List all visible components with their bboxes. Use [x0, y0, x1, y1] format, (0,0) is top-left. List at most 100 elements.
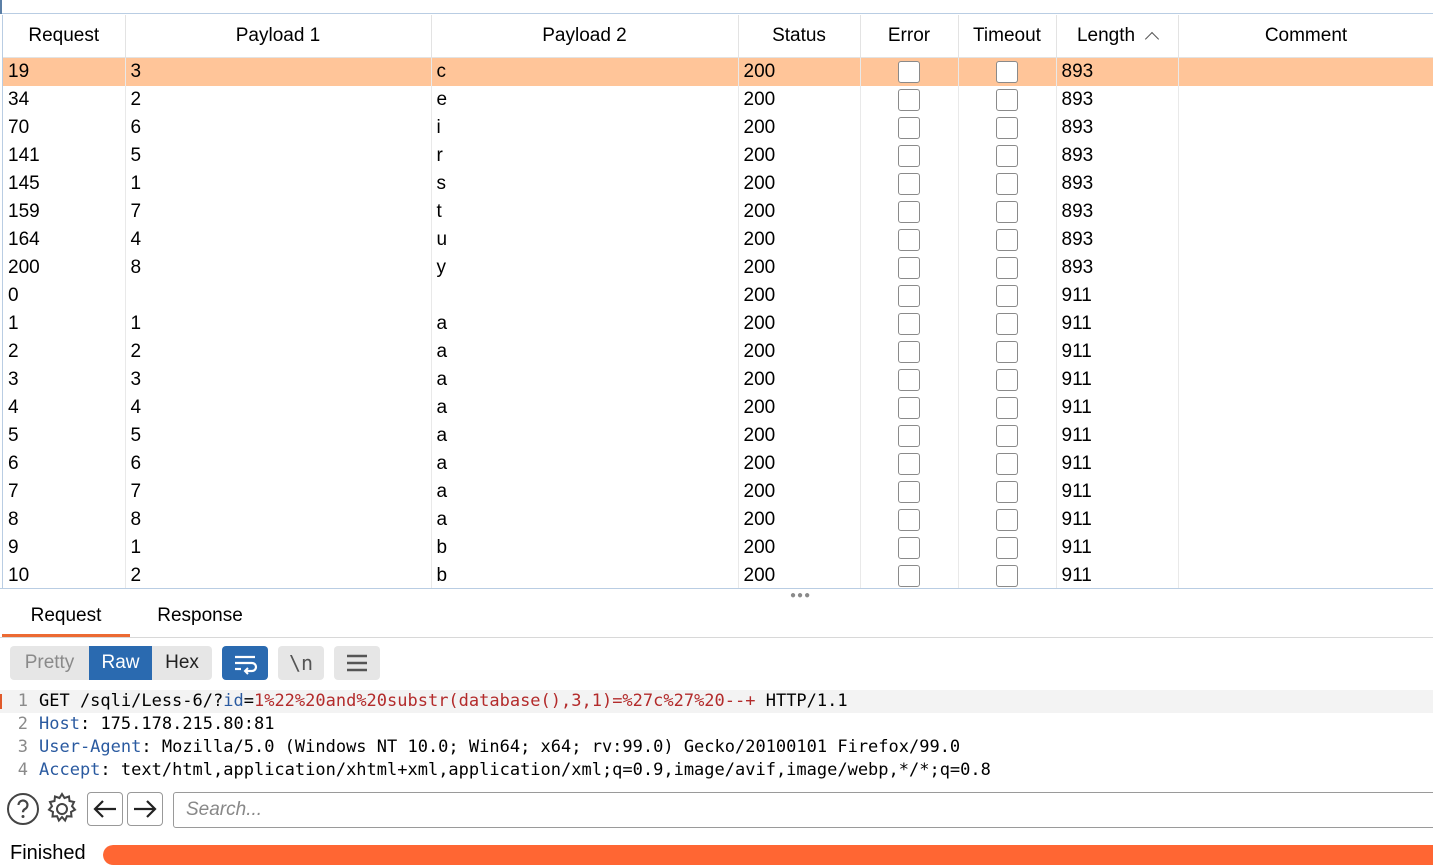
pretty-button[interactable]: Pretty: [10, 646, 89, 680]
settings-button[interactable]: [44, 792, 80, 826]
help-button[interactable]: [6, 792, 42, 826]
table-row[interactable]: 9 1 b 200 911: [3, 534, 1433, 562]
cell-comment: [1178, 534, 1433, 562]
error-checkbox[interactable]: [898, 481, 920, 503]
request-editor[interactable]: 1 GET /sqli/Less-6/?id=1%22%20and%20subst…: [0, 690, 1433, 788]
table-row[interactable]: 200 8 y 200 893: [3, 254, 1433, 282]
tab-request[interactable]: Request: [2, 598, 130, 637]
header-colon: :: [141, 737, 152, 757]
timeout-checkbox[interactable]: [996, 425, 1018, 447]
table-row[interactable]: 2 2 a 200 911: [3, 338, 1433, 366]
error-checkbox[interactable]: [898, 201, 920, 223]
line-number: 1: [17, 691, 28, 711]
table-row[interactable]: 4 4 a 200 911: [3, 394, 1433, 422]
timeout-checkbox[interactable]: [996, 257, 1018, 279]
col-header-status[interactable]: Status: [738, 15, 861, 58]
col-header-payload2[interactable]: Payload 2: [431, 15, 739, 58]
error-checkbox[interactable]: [898, 257, 920, 279]
show-newlines-button[interactable]: \n: [278, 646, 324, 680]
timeout-checkbox[interactable]: [996, 509, 1018, 531]
timeout-checkbox[interactable]: [996, 229, 1018, 251]
error-checkbox[interactable]: [898, 89, 920, 111]
editor-line-2[interactable]: 2 Host: 175.178.215.80:81: [0, 713, 1433, 736]
table-row[interactable]: 70 6 i 200 893: [3, 114, 1433, 142]
col-header-timeout[interactable]: Timeout: [958, 15, 1057, 58]
error-checkbox[interactable]: [898, 61, 920, 83]
cell-status: 200: [738, 562, 861, 589]
cell-comment: [1178, 57, 1433, 86]
timeout-checkbox[interactable]: [996, 481, 1018, 503]
word-wrap-button[interactable]: [222, 646, 268, 680]
error-checkbox[interactable]: [898, 285, 920, 307]
table-row[interactable]: 7 7 a 200 911: [3, 478, 1433, 506]
table-row[interactable]: 8 8 a 200 911: [3, 506, 1433, 534]
col-header-length[interactable]: Length: [1056, 15, 1179, 58]
table-row[interactable]: 141 5 r 200 893: [3, 142, 1433, 170]
table-row[interactable]: 34 2 e 200 893: [3, 86, 1433, 114]
col-header-error[interactable]: Error: [860, 15, 959, 58]
header-name: Host: [39, 714, 80, 734]
error-checkbox[interactable]: [898, 313, 920, 335]
error-checkbox[interactable]: [898, 565, 920, 587]
col-header-request[interactable]: Request: [3, 15, 126, 58]
options-menu-button[interactable]: [334, 646, 380, 680]
timeout-checkbox[interactable]: [996, 285, 1018, 307]
error-checkbox[interactable]: [898, 369, 920, 391]
editor-line-3[interactable]: 3 User-Agent: Mozilla/5.0 (Windows NT 10.…: [0, 736, 1433, 759]
error-checkbox[interactable]: [898, 341, 920, 363]
timeout-checkbox[interactable]: [996, 117, 1018, 139]
hex-button[interactable]: Hex: [152, 646, 212, 680]
timeout-checkbox[interactable]: [996, 369, 1018, 391]
error-checkbox[interactable]: [898, 509, 920, 531]
error-checkbox[interactable]: [898, 537, 920, 559]
timeout-checkbox[interactable]: [996, 89, 1018, 111]
previous-match-button[interactable]: [87, 792, 123, 826]
results-table: Request Payload 1 Payload 2 Status Error…: [3, 15, 1433, 589]
next-match-button[interactable]: [127, 792, 163, 826]
table-row[interactable]: 0 200 911: [3, 282, 1433, 310]
timeout-checkbox[interactable]: [996, 145, 1018, 167]
results-table-container[interactable]: Request Payload 1 Payload 2 Status Error…: [2, 15, 1433, 589]
table-row[interactable]: 5 5 a 200 911: [3, 422, 1433, 450]
table-row[interactable]: 3 3 a 200 911: [3, 366, 1433, 394]
table-row[interactable]: 145 1 s 200 893: [3, 170, 1433, 198]
timeout-checkbox[interactable]: [996, 341, 1018, 363]
table-row[interactable]: 6 6 a 200 911: [3, 450, 1433, 478]
cell-request: 145: [3, 170, 126, 198]
col-header-payload1[interactable]: Payload 1: [125, 15, 432, 58]
error-checkbox[interactable]: [898, 453, 920, 475]
error-checkbox[interactable]: [898, 397, 920, 419]
cell-payload2: s: [431, 170, 739, 198]
error-checkbox[interactable]: [898, 173, 920, 195]
timeout-checkbox[interactable]: [996, 537, 1018, 559]
tab-response[interactable]: Response: [140, 598, 260, 637]
search-input[interactable]: [173, 792, 1433, 828]
editor-line-4[interactable]: 4 Accept: text/html,application/xhtml+xml…: [0, 759, 1433, 782]
cell-comment: [1178, 170, 1433, 198]
split-divider[interactable]: [0, 588, 1433, 598]
table-row[interactable]: 164 4 u 200 893: [3, 226, 1433, 254]
cell-length: 893: [1056, 57, 1179, 86]
timeout-checkbox[interactable]: [996, 173, 1018, 195]
cell-payload2: u: [431, 226, 739, 254]
timeout-checkbox[interactable]: [996, 61, 1018, 83]
error-checkbox[interactable]: [898, 117, 920, 139]
table-row[interactable]: 19 3 c 200 893: [3, 57, 1433, 86]
timeout-checkbox[interactable]: [996, 453, 1018, 475]
error-checkbox[interactable]: [898, 229, 920, 251]
table-row[interactable]: 1 1 a 200 911: [3, 310, 1433, 338]
col-header-comment[interactable]: Comment: [1178, 15, 1433, 58]
timeout-checkbox[interactable]: [996, 201, 1018, 223]
cell-comment: [1178, 226, 1433, 254]
error-checkbox[interactable]: [898, 425, 920, 447]
error-checkbox[interactable]: [898, 145, 920, 167]
timeout-checkbox[interactable]: [996, 313, 1018, 335]
table-row[interactable]: 159 7 t 200 893: [3, 198, 1433, 226]
cell-payload1: 1: [125, 310, 432, 338]
cell-payload1: 2: [125, 86, 432, 114]
timeout-checkbox[interactable]: [996, 565, 1018, 587]
raw-button[interactable]: Raw: [89, 646, 152, 680]
timeout-checkbox[interactable]: [996, 397, 1018, 419]
editor-line-1[interactable]: 1 GET /sqli/Less-6/?id=1%22%20and%20subst…: [0, 690, 1433, 713]
table-row[interactable]: 10 2 b 200 911: [3, 562, 1433, 589]
